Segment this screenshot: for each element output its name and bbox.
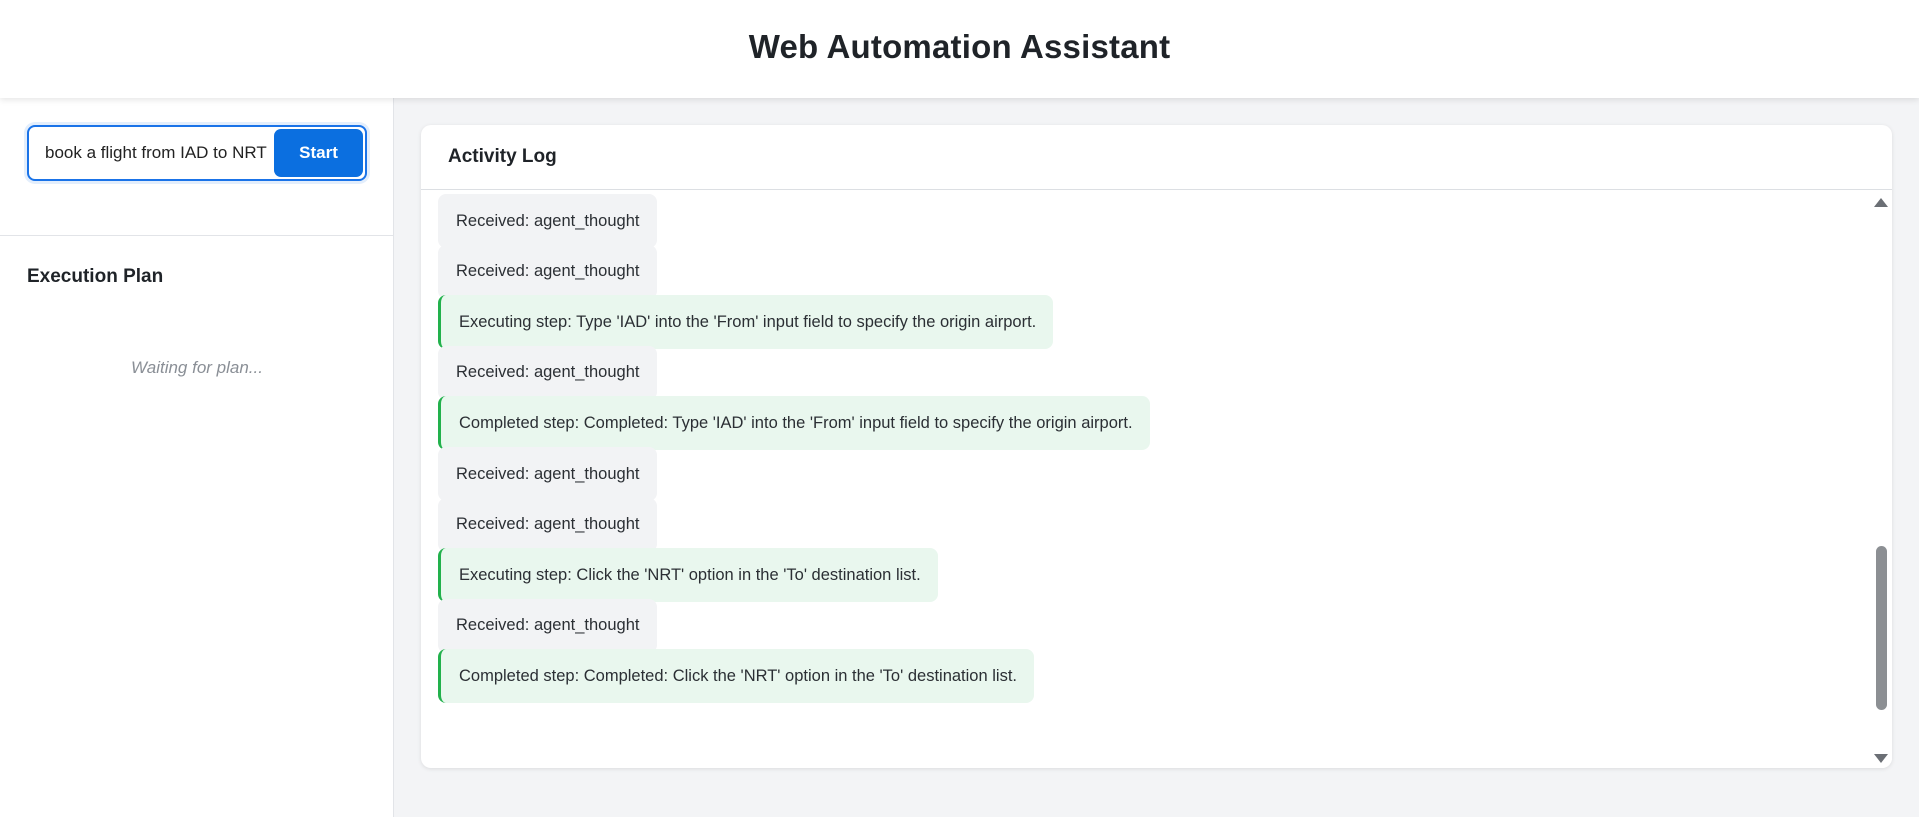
activity-log-panel: Activity Log Received: agent_thought Rece… [421, 125, 1892, 768]
sidebar-divider [0, 235, 394, 236]
activity-log-title: Activity Log [448, 146, 557, 167]
log-entry-step: Executing step: Click the 'NRT' option i… [438, 548, 938, 603]
log-entry-info: Received: agent_thought [438, 497, 658, 552]
log-entry-info: Received: agent_thought [438, 244, 658, 299]
log-entry-info: Received: agent_thought [438, 598, 658, 653]
scrollbar-thumb[interactable] [1876, 546, 1887, 710]
scroll-down-arrow-icon[interactable] [1874, 754, 1888, 763]
log-entry-step: Completed step: Completed: Click the 'NR… [438, 649, 1034, 704]
log-entry-info: Received: agent_thought [438, 194, 658, 248]
scroll-up-arrow-icon[interactable] [1874, 198, 1888, 207]
sidebar: Start Execution Plan Waiting for plan... [0, 98, 394, 817]
log-scrollbar[interactable] [1870, 191, 1892, 768]
activity-log-body[interactable]: Received: agent_thought Received: agent_t… [421, 191, 1892, 768]
log-entry-info: Received: agent_thought [438, 447, 658, 501]
start-button[interactable]: Start [274, 129, 363, 177]
activity-log-header: Activity Log [421, 125, 1892, 190]
app-header: Web Automation Assistant [0, 0, 1919, 98]
log-entry-step: Executing step: Type 'IAD' into the 'Fro… [438, 295, 1054, 350]
plan-waiting-text: Waiting for plan... [131, 358, 263, 377]
log-entry-info: Received: agent_thought [438, 345, 658, 400]
log-entry-step: Completed step: Completed: Type 'IAD' in… [438, 396, 1150, 451]
execution-plan-title: Execution Plan [27, 266, 164, 287]
task-input[interactable] [29, 127, 274, 179]
task-form: Start [27, 125, 367, 181]
app-title: Web Automation Assistant [748, 27, 1171, 65]
